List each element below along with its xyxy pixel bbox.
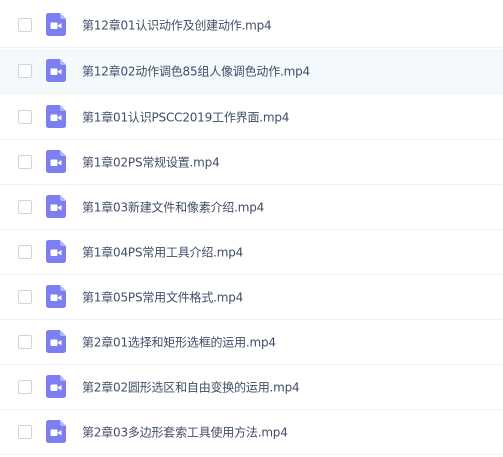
file-row[interactable]: 第2章03多边形套索工具使用方法.mp4 [0, 410, 503, 455]
row-checkbox[interactable] [18, 110, 32, 124]
video-file-icon [46, 13, 66, 36]
video-file-icon [46, 195, 66, 218]
video-file-icon [46, 420, 66, 443]
file-name[interactable]: 第1章04PS常用工具介绍.mp4 [82, 244, 243, 261]
video-file-icon [46, 240, 66, 263]
row-checkbox[interactable] [18, 335, 32, 349]
video-file-icon [46, 285, 66, 308]
file-name[interactable]: 第12章02动作调色85组人像调色动作.mp4 [82, 63, 310, 80]
row-checkbox[interactable] [18, 18, 32, 32]
file-name[interactable]: 第1章03新建文件和像素介绍.mp4 [82, 199, 264, 216]
file-row[interactable]: 第12章02动作调色85组人像调色动作.mp4 [0, 49, 503, 94]
file-list: 第12章01认识动作及创建动作.mp4 第12章02动作调色85组人像调色动作.… [0, 0, 503, 457]
row-checkbox[interactable] [18, 200, 32, 214]
file-row[interactable]: 第1章05PS常用文件格式.mp4 [0, 275, 503, 320]
video-file-icon [46, 59, 66, 82]
file-name[interactable]: 第1章02PS常规设置.mp4 [82, 154, 220, 171]
video-file-icon [46, 330, 66, 353]
file-row[interactable]: 第1章03新建文件和像素介绍.mp4 [0, 185, 503, 230]
file-row[interactable]: 第1章02PS常规设置.mp4 [0, 140, 503, 185]
file-name[interactable]: 第1章01认识PSCC2019工作界面.mp4 [82, 109, 289, 126]
row-checkbox[interactable] [18, 245, 32, 259]
video-file-icon [46, 375, 66, 398]
file-name[interactable]: 第2章03多边形套索工具使用方法.mp4 [82, 424, 288, 441]
file-name[interactable]: 第12章01认识动作及创建动作.mp4 [82, 17, 272, 34]
row-checkbox[interactable] [18, 425, 32, 439]
video-file-icon [46, 105, 66, 128]
row-checkbox[interactable] [18, 290, 32, 304]
file-row[interactable]: 第2章01选择和矩形选框的运用.mp4 [0, 320, 503, 365]
file-name[interactable]: 第1章05PS常用文件格式.mp4 [82, 289, 243, 306]
row-checkbox[interactable] [18, 380, 32, 394]
file-row[interactable]: 第1章04PS常用工具介绍.mp4 [0, 230, 503, 275]
row-checkbox[interactable] [18, 155, 32, 169]
file-row[interactable]: 第1章01认识PSCC2019工作界面.mp4 [0, 95, 503, 140]
file-row[interactable]: 第2章02圆形选区和自由变换的运用.mp4 [0, 365, 503, 410]
video-file-icon [46, 150, 66, 173]
file-name[interactable]: 第2章01选择和矩形选框的运用.mp4 [82, 334, 276, 351]
row-checkbox[interactable] [18, 64, 32, 78]
file-row[interactable]: 第12章01认识动作及创建动作.mp4 [0, 3, 503, 48]
file-name[interactable]: 第2章02圆形选区和自由变换的运用.mp4 [82, 379, 300, 396]
